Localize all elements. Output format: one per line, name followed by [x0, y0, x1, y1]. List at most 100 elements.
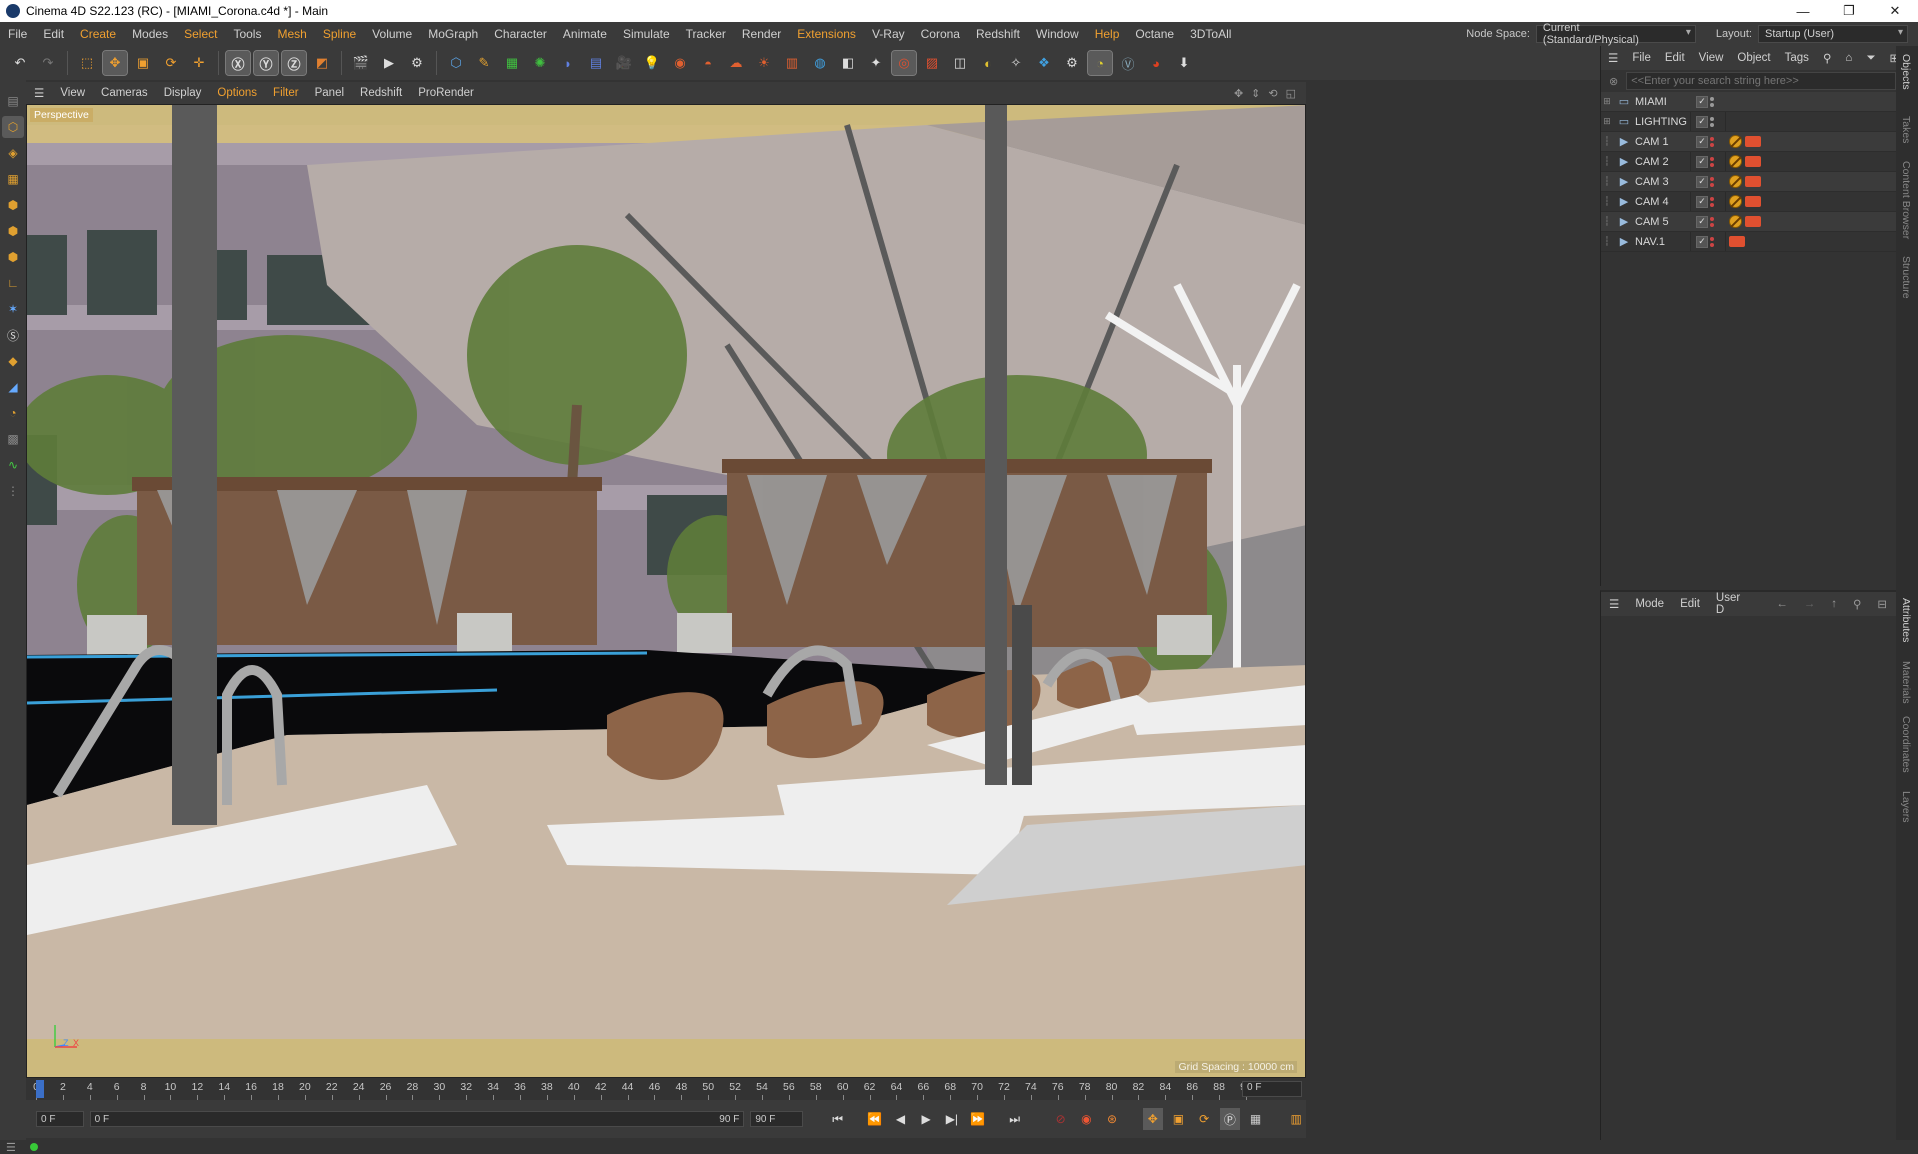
floor-icon[interactable]: ▤ — [584, 51, 608, 75]
enable-checkbox[interactable]: ✓ — [1696, 135, 1708, 148]
object-name[interactable]: MIAMI — [1635, 96, 1701, 108]
end-frame-field[interactable]: 90 F — [750, 1111, 804, 1127]
corona-light-icon[interactable]: ◓ — [696, 51, 720, 75]
cloner-icon[interactable]: ✺ — [528, 51, 552, 75]
protection-tag-icon[interactable] — [1729, 135, 1742, 148]
scale-tool-icon[interactable]: ▣ — [131, 51, 155, 75]
attr-menu-user-data[interactable]: User D — [1708, 592, 1748, 616]
paint-icon[interactable]: ◆ — [2, 350, 24, 372]
attribute-manager-hamburger-icon[interactable]: ☰ — [1601, 597, 1627, 611]
render-picture-viewer-icon[interactable]: ▶ — [377, 51, 401, 75]
timeline-playhead[interactable] — [36, 1080, 44, 1098]
key-scale-icon[interactable]: ▣ — [1169, 1108, 1189, 1130]
render-camera-tag-icon[interactable] — [1729, 236, 1745, 247]
tab-structure[interactable]: Structure — [1900, 256, 1912, 299]
menu-mograph[interactable]: MoGraph — [420, 27, 486, 41]
restore-button[interactable]: ❐ — [1826, 0, 1872, 22]
object-row-cam2[interactable]: ┆ ▶ CAM 2 ✓ — [1601, 152, 1896, 172]
perspective-viewport[interactable]: Perspective Z X Grid Spacing : 10000 cm — [26, 104, 1306, 1078]
sculpt-icon[interactable]: ◢ — [2, 376, 24, 398]
tab-coordinates[interactable]: Coordinates — [1900, 716, 1912, 773]
obj-menu-file[interactable]: File — [1625, 52, 1658, 64]
attr-menu-mode[interactable]: Mode — [1627, 598, 1672, 610]
y-axis-lock-icon[interactable]: Ⓨ — [253, 50, 279, 76]
menu-render[interactable]: Render — [734, 27, 789, 41]
filter-icon[interactable]: ⏷ — [1859, 52, 1882, 65]
menu-window[interactable]: Window — [1028, 27, 1087, 41]
record-disabled-icon[interactable]: ⊘ — [1051, 1108, 1071, 1130]
octane-material-icon[interactable]: ❖ — [1032, 51, 1056, 75]
timeline-window-icon[interactable]: ▥ — [1286, 1108, 1306, 1130]
viewport-menu-redshift[interactable]: Redshift — [352, 87, 410, 99]
render-camera-tag-icon[interactable] — [1745, 176, 1761, 187]
render-camera-tag-icon[interactable] — [1745, 156, 1761, 167]
menu-tracker[interactable]: Tracker — [678, 27, 734, 41]
corona-sun-icon[interactable]: ☀ — [752, 51, 776, 75]
object-name[interactable]: LIGHTING — [1635, 116, 1701, 128]
viewport-menu-options[interactable]: Options — [209, 87, 265, 99]
render-camera-tag-icon[interactable] — [1745, 196, 1761, 207]
previous-key-icon[interactable]: ⏪ — [865, 1108, 885, 1130]
tab-materials[interactable]: Materials — [1900, 661, 1912, 704]
corona-sky-icon[interactable]: ☁ — [724, 51, 748, 75]
download-icon[interactable]: ⬇ — [1172, 51, 1196, 75]
search-icon[interactable]: ⚲ — [1845, 597, 1869, 611]
viewport-menu-display[interactable]: Display — [156, 87, 210, 99]
render-camera-tag-icon[interactable] — [1745, 216, 1761, 227]
gear-icon[interactable]: ⚙ — [1060, 51, 1084, 75]
viewport-hamburger-icon[interactable]: ☰ — [26, 86, 52, 100]
viewport-dolly-icon[interactable]: ⇕ — [1251, 87, 1260, 100]
enable-checkbox[interactable]: ✓ — [1696, 235, 1708, 248]
timeline-ruler[interactable]: 0246810121416182022242628303234363840424… — [26, 1078, 1306, 1100]
menu-modes[interactable]: Modes — [124, 27, 176, 41]
minimize-button[interactable]: — — [1780, 0, 1826, 22]
up-arrow-icon[interactable]: ↑ — [1823, 598, 1845, 610]
object-name[interactable]: CAM 3 — [1635, 176, 1701, 188]
live-selection-icon[interactable]: ⬚ — [75, 51, 99, 75]
protection-tag-icon[interactable] — [1729, 215, 1742, 228]
preview-range-slider[interactable]: 0 F 90 F — [89, 1111, 745, 1127]
grid-icon[interactable]: ▩ — [2, 428, 24, 450]
workplane-mode-icon[interactable]: ▦ — [2, 168, 24, 190]
vray-logo-icon[interactable]: Ⓥ — [1116, 51, 1140, 75]
object-name[interactable]: NAV.1 — [1635, 236, 1701, 248]
menu-character[interactable]: Character — [486, 27, 555, 41]
back-arrow-icon[interactable]: ← — [1768, 598, 1796, 610]
z-axis-lock-icon[interactable]: Ⓩ — [281, 50, 307, 76]
visibility-dots-icon[interactable] — [1710, 96, 1714, 107]
tab-content-browser[interactable]: Content Browser — [1900, 161, 1912, 239]
octane-live-viewer-icon[interactable]: ◐ — [976, 51, 1000, 75]
object-row-lighting[interactable]: ⊞ ▭ LIGHTING ✓ — [1601, 112, 1896, 132]
viewport-maximize-icon[interactable]: ◱ — [1286, 87, 1296, 100]
object-name[interactable]: CAM 5 — [1635, 216, 1701, 228]
edges-mode-icon[interactable]: ⬢ — [2, 220, 24, 242]
home-icon[interactable]: ⌂ — [1838, 52, 1859, 64]
pen-spline-icon[interactable]: ✎ — [472, 51, 496, 75]
menu-octane[interactable]: Octane — [1127, 27, 1182, 41]
visibility-dots-icon[interactable] — [1710, 156, 1714, 167]
light-icon[interactable]: 💡 — [640, 51, 664, 75]
coordinate-system-icon[interactable]: ◩ — [310, 51, 334, 75]
enable-checkbox[interactable]: ✓ — [1696, 195, 1708, 208]
menu-spline[interactable]: Spline — [315, 27, 364, 41]
points-mode-icon[interactable]: ⬢ — [2, 194, 24, 216]
autokey-icon[interactable]: ⊛ — [1102, 1108, 1122, 1130]
move-tool-icon[interactable]: ✥ — [102, 50, 128, 76]
obj-menu-object[interactable]: Object — [1730, 52, 1777, 64]
close-button[interactable]: ✕ — [1872, 0, 1918, 22]
forward-arrow-icon[interactable]: → — [1796, 598, 1824, 610]
octane-settings-icon[interactable]: ✧ — [1004, 51, 1028, 75]
key-parameter-icon[interactable]: Ⓟ — [1220, 1108, 1240, 1130]
object-row-miami[interactable]: ⊞ ▭ MIAMI ✓ — [1601, 92, 1896, 112]
menu-3dtoall[interactable]: 3DToAll — [1182, 27, 1239, 41]
model-mode-icon[interactable]: ⬡ — [2, 116, 24, 138]
object-name[interactable]: CAM 4 — [1635, 196, 1701, 208]
axis-mode-icon[interactable]: ∟ — [2, 272, 24, 294]
node-space-dropdown[interactable]: Current (Standard/Physical) — [1535, 22, 1696, 46]
render-settings-icon[interactable]: ⚙ — [405, 51, 429, 75]
corona-vfb-icon[interactable]: ◧ — [836, 51, 860, 75]
corona-interactive-icon[interactable]: ✦ — [864, 51, 888, 75]
viewport-orbit-icon[interactable]: ⟲ — [1268, 87, 1277, 100]
menu-file[interactable]: File — [0, 27, 35, 41]
next-key-icon[interactable]: ⏩ — [968, 1108, 988, 1130]
